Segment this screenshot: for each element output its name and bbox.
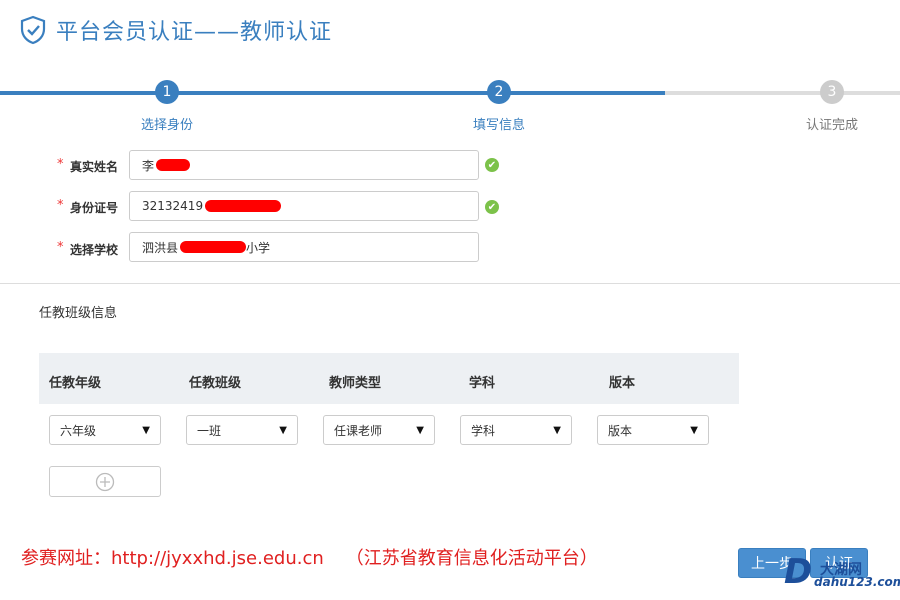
- site-watermark: D 大湖网 dahu123.com: [784, 552, 900, 595]
- shield-check-icon: [20, 15, 46, 45]
- class-select-value: 一班: [197, 423, 222, 438]
- class-select[interactable]: 一班 ▼: [186, 415, 298, 445]
- teacher-type-select-value: 任课老师: [334, 423, 383, 438]
- watermark-letter: D: [784, 552, 813, 592]
- page-title: 平台会员认证——教师认证: [56, 20, 333, 45]
- step-2-label: 填写信息: [472, 118, 525, 133]
- contest-url-text: 参赛网址：http://jyxxhd.jse.edu.cn: [21, 548, 324, 569]
- page-header: 平台会员认证——教师认证: [20, 14, 332, 46]
- header-edition: 版本: [609, 376, 636, 391]
- dropdown-arrow-icon: ▼: [553, 424, 561, 436]
- header-subject: 学科: [469, 376, 496, 391]
- class-table-header: 任教年级 任教班级 教师类型 学科 版本: [39, 353, 739, 404]
- edition-select-value: 版本: [608, 423, 633, 438]
- step-1-circle: 1: [155, 80, 179, 104]
- school-value-prefix: 泗洪县: [142, 240, 179, 255]
- progress-fill: [0, 91, 665, 95]
- contest-url-note: 参赛网址：http://jyxxhd.jse.edu.cn （江苏省教育信息化活动…: [21, 544, 598, 570]
- platform-name: （江苏省教育信息化活动平台）: [345, 548, 598, 569]
- redaction-mark: [156, 159, 191, 171]
- school-field[interactable]: 泗洪县 小学: [129, 232, 479, 262]
- required-mark: *: [57, 198, 64, 213]
- subject-select-value: 学科: [471, 423, 496, 438]
- dropdown-arrow-icon: ▼: [416, 424, 424, 436]
- name-label: 真实姓名: [70, 160, 119, 174]
- school-value-suffix: 小学: [246, 240, 271, 255]
- name-value: 李: [142, 158, 155, 173]
- id-valid-icon: ✔: [485, 200, 499, 214]
- step-2-circle: 2: [487, 80, 511, 104]
- grade-select-value: 六年级: [60, 423, 97, 438]
- header-teacher-type: 教师类型: [329, 376, 382, 391]
- dropdown-arrow-icon: ▼: [690, 424, 698, 436]
- required-mark: *: [57, 240, 64, 255]
- redaction-mark: [180, 241, 247, 253]
- subject-select[interactable]: 学科 ▼: [460, 415, 572, 445]
- dropdown-arrow-icon: ▼: [279, 424, 287, 436]
- name-valid-icon: ✔: [485, 158, 499, 172]
- redaction-mark: [205, 200, 282, 212]
- edition-select[interactable]: 版本 ▼: [597, 415, 709, 445]
- id-number-value: 32132419: [142, 199, 204, 213]
- teacher-type-select[interactable]: 任课老师 ▼: [323, 415, 435, 445]
- step-1-label: 选择身份: [140, 118, 193, 133]
- name-field[interactable]: 李: [129, 150, 479, 180]
- grade-select[interactable]: 六年级 ▼: [49, 415, 161, 445]
- required-mark: *: [57, 157, 64, 172]
- step-3-circle: 3: [820, 80, 844, 104]
- watermark-url: dahu123.com: [814, 575, 900, 589]
- add-class-row-button[interactable]: [49, 466, 161, 497]
- class-info-label: 任教班级信息: [39, 306, 118, 321]
- step-3-label: 认证完成: [805, 118, 858, 133]
- header-class: 任教班级: [189, 376, 242, 391]
- header-grade: 任教年级: [49, 376, 102, 391]
- id-number-label: 身份证号: [70, 201, 119, 215]
- id-number-field[interactable]: 32132419: [129, 191, 479, 221]
- school-label: 选择学校: [70, 243, 119, 257]
- section-divider: [0, 283, 900, 284]
- plus-circle-icon: [95, 472, 115, 491]
- dropdown-arrow-icon: ▼: [142, 424, 150, 436]
